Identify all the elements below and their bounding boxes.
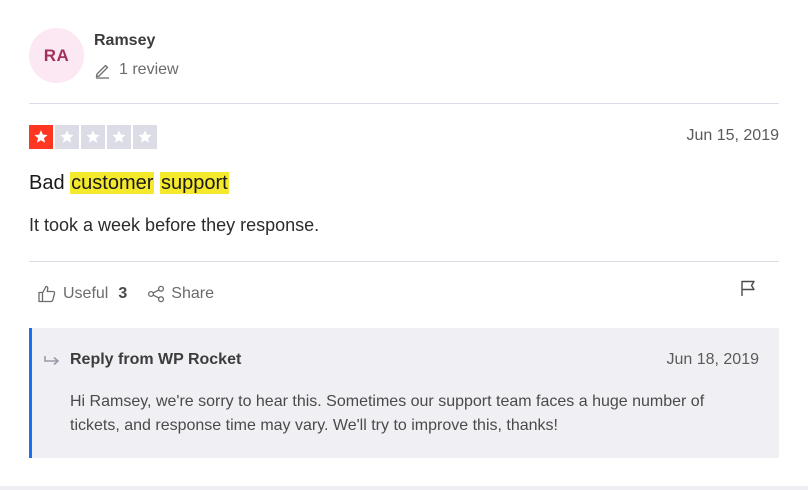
star-icon bbox=[138, 130, 152, 143]
review-count-label: 1 review bbox=[119, 61, 179, 78]
actions-divider bbox=[29, 261, 779, 262]
star-icon bbox=[60, 130, 74, 143]
review-title-prefix: Bad bbox=[29, 172, 65, 194]
reviewer-name[interactable]: Ramsey bbox=[94, 32, 155, 50]
share-label: Share bbox=[171, 285, 214, 302]
flag-icon bbox=[741, 280, 755, 296]
reply-from: Reply from WP Rocket bbox=[70, 351, 242, 368]
star-icon bbox=[34, 130, 48, 143]
star-empty bbox=[55, 125, 79, 149]
star-empty bbox=[81, 125, 105, 149]
star-empty bbox=[107, 125, 131, 149]
pencil-icon bbox=[95, 64, 109, 79]
useful-label: Useful bbox=[63, 285, 109, 302]
share-icon bbox=[148, 285, 165, 303]
avatar[interactable]: RA bbox=[29, 28, 84, 83]
star-icon bbox=[86, 130, 100, 143]
company-reply: Reply from WP Rocket Jun 18, 2019 Hi Ram… bbox=[29, 328, 779, 458]
useful-count: 3 bbox=[118, 285, 128, 302]
reply-text: Hi Ramsey, we're sorry to hear this. Som… bbox=[70, 393, 705, 434]
share-button[interactable]: Share bbox=[147, 285, 214, 303]
reply-arrow-icon bbox=[44, 356, 60, 366]
review-title-highlight: customer bbox=[70, 172, 155, 194]
review-title[interactable]: Bad customer support bbox=[29, 172, 229, 195]
thumbs-up-icon bbox=[38, 285, 56, 303]
star-icon bbox=[112, 130, 126, 143]
star-filled bbox=[29, 125, 53, 149]
star-empty bbox=[133, 125, 157, 149]
review-title-highlight: support bbox=[159, 172, 229, 194]
review-actions: Useful 3 Share bbox=[37, 284, 214, 304]
star-rating bbox=[29, 125, 157, 149]
reply-date: Jun 18, 2019 bbox=[666, 351, 759, 368]
report-flag-button[interactable] bbox=[739, 279, 757, 302]
review-date: Jun 15, 2019 bbox=[686, 127, 779, 144]
useful-button[interactable]: Useful 3 bbox=[37, 284, 127, 304]
review-body: It took a week before they response. bbox=[29, 215, 320, 235]
bottom-divider bbox=[0, 486, 808, 490]
review-count: 1 review bbox=[94, 61, 179, 79]
header-divider bbox=[29, 103, 779, 104]
